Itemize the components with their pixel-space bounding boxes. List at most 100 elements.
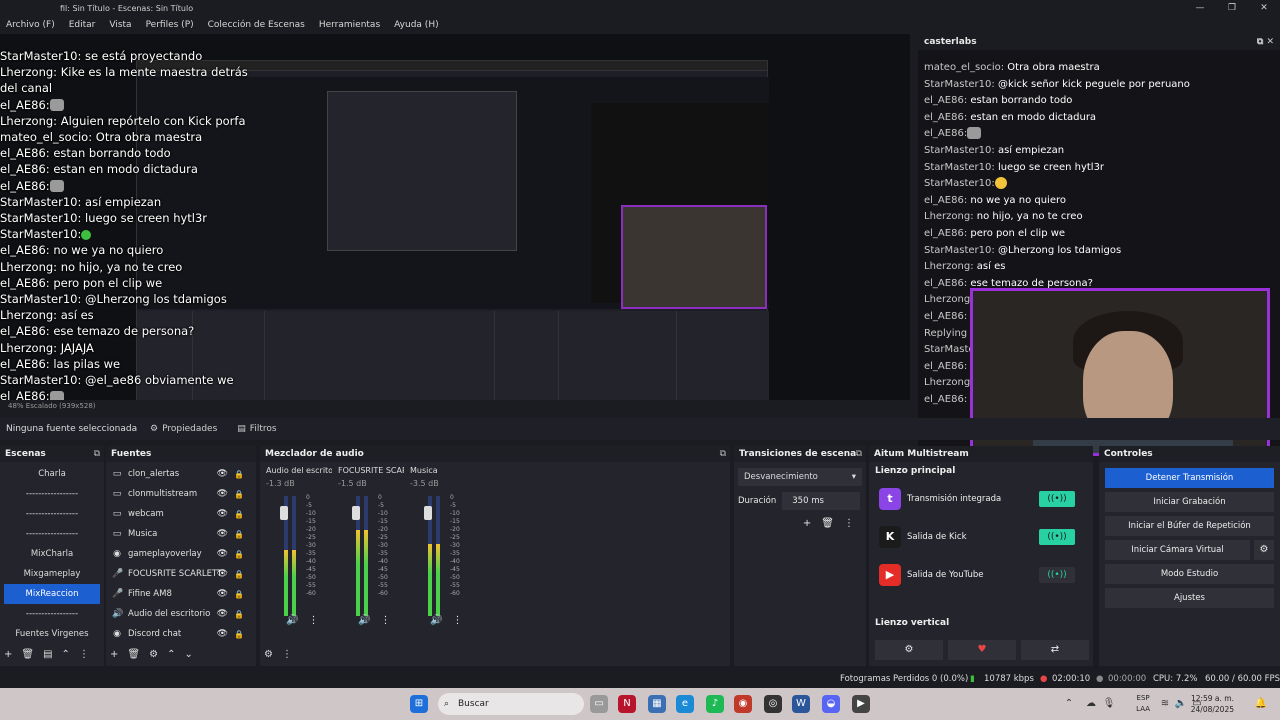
more-icon[interactable]: ⋮ [282, 649, 292, 660]
speaker-icon[interactable]: 🔊 [358, 615, 370, 626]
dock-undock-icon[interactable]: ⧉ [94, 446, 100, 462]
scene-item[interactable]: ----------------- [4, 484, 100, 504]
speaker-icon[interactable]: 🔊 [286, 615, 298, 626]
source-item[interactable]: ▭ clon_alertas 👁 🔒 [106, 464, 256, 484]
taskbar-clock[interactable]: 12:59 a. m. 24/08/2025 [1191, 693, 1234, 715]
menu-file[interactable]: Archivo (F) [6, 20, 55, 30]
gear-icon[interactable]: ⚙ [149, 649, 158, 660]
netflix-icon[interactable]: N [618, 695, 636, 713]
lock-icon[interactable]: 🔒 [234, 550, 244, 559]
add-icon[interactable]: + [110, 649, 118, 660]
source-item[interactable]: 🎤 FOCUSRITE SCARLETT 👁 🔒 [106, 564, 256, 584]
dock-undock-icon[interactable]: ⧉ [856, 446, 862, 462]
scene-item[interactable]: Charla [4, 464, 100, 484]
scene-item[interactable]: ----------------- [4, 504, 100, 524]
lock-icon[interactable]: 🔒 [234, 610, 244, 619]
scene-item[interactable]: ----------------- [4, 524, 100, 544]
menu-scene-collection[interactable]: Colección de Escenas [208, 20, 305, 30]
more-icon[interactable]: ⋮ [452, 615, 462, 626]
windows-start-icon[interactable]: ⊞ [410, 695, 428, 713]
language-indicator[interactable]: ESP LAA [1136, 693, 1150, 715]
duration-input[interactable]: 350 ms [782, 492, 861, 510]
menu-edit[interactable]: Editar [69, 20, 96, 30]
volume-slider[interactable] [352, 506, 360, 520]
filter-icon[interactable]: ▤ [43, 649, 52, 660]
store-icon[interactable]: ▦ [648, 695, 666, 713]
volume-slider[interactable] [280, 506, 288, 520]
more-icon[interactable]: ⋮ [380, 615, 390, 626]
mixer-settings-icon[interactable]: ⚙ [264, 649, 273, 660]
filters-button[interactable]: ▤ Filtros [227, 424, 286, 434]
eye-icon[interactable]: 👁 [217, 489, 228, 499]
taskbar-search[interactable]: ⌕ Buscar [438, 693, 584, 715]
output-toggle[interactable]: ((•)) [1039, 529, 1075, 545]
source-item[interactable]: ◉ Discord chat 👁 🔒 [106, 624, 256, 644]
maximize-button[interactable]: ❐ [1216, 0, 1248, 16]
add-icon[interactable]: + [4, 649, 12, 660]
record-app-icon[interactable]: ◉ [734, 695, 752, 713]
mic-icon[interactable]: 🎙 [1100, 695, 1118, 713]
menu-view[interactable]: Vista [109, 20, 131, 30]
source-item[interactable]: 🔊 Audio del escritorio 👁 🔒 [106, 604, 256, 624]
lock-icon[interactable]: 🔒 [234, 470, 244, 479]
obs-icon[interactable]: ◎ [764, 695, 782, 713]
eye-icon[interactable]: 👁 [217, 569, 228, 579]
source-item[interactable]: ▭ clonmultistream 👁 🔒 [106, 484, 256, 504]
speaker-icon[interactable]: 🔊 [430, 615, 442, 626]
eye-icon[interactable]: 👁 [217, 509, 228, 519]
source-item[interactable]: ▭ webcam 👁 🔒 [106, 504, 256, 524]
lock-icon[interactable]: 🔒 [234, 530, 244, 539]
chevron-up-icon[interactable]: ⌃ [62, 649, 70, 660]
tray-chevron-up-icon[interactable]: ⌃ [1060, 695, 1078, 713]
lock-icon[interactable]: 🔒 [234, 590, 244, 599]
virtual-camera-gear-icon[interactable]: ⚙ [1254, 540, 1274, 560]
discord-icon[interactable]: ◒ [822, 695, 840, 713]
source-item[interactable]: 🎤 Fifine AM8 👁 🔒 [106, 584, 256, 604]
transition-select[interactable]: Desvanecimiento ▾ [738, 468, 862, 486]
scene-item[interactable]: ----------------- [4, 604, 100, 624]
properties-button[interactable]: ⚙ Propiedades [140, 424, 227, 434]
output-toggle[interactable]: ((•)) [1039, 491, 1075, 507]
preview-canvas[interactable]: StarMaster10: se está proyectando Lherzon… [0, 34, 910, 400]
start-virtual-camera-button[interactable]: Iniciar Cámara Virtual [1105, 540, 1250, 560]
lock-icon[interactable]: 🔒 [234, 510, 244, 519]
eye-icon[interactable]: 👁 [217, 589, 228, 599]
media-player-icon[interactable]: ▶ [852, 695, 870, 713]
lock-icon[interactable]: 🔒 [234, 570, 244, 579]
eye-icon[interactable]: 👁 [217, 629, 228, 639]
minimize-button[interactable]: — [1184, 0, 1216, 16]
vertical-link-button[interactable]: ⇄ [1021, 640, 1089, 660]
stop-stream-button[interactable]: Detener Transmisión [1105, 468, 1274, 488]
trash-icon[interactable]: 🗑 [821, 518, 834, 529]
add-icon[interactable]: + [803, 518, 811, 529]
start-recording-button[interactable]: Iniciar Grabación [1105, 492, 1274, 512]
scene-item[interactable]: Fuentes Virgenes [4, 624, 100, 644]
chevron-down-icon[interactable]: ⌄ [184, 649, 192, 660]
trash-icon[interactable]: 🗑 [127, 649, 140, 660]
scene-item[interactable]: MixCharla [4, 544, 100, 564]
menu-tools[interactable]: Herramientas [319, 20, 380, 30]
source-item[interactable]: ◉ gameplayoverlay 👁 🔒 [106, 544, 256, 564]
trash-icon[interactable]: 🗑 [21, 649, 34, 660]
lock-icon[interactable]: 🔒 [234, 630, 244, 639]
menu-help[interactable]: Ayuda (H) [394, 20, 438, 30]
dock-undock-icon[interactable]: ⧉ [720, 446, 726, 462]
settings-button[interactable]: Ajustes [1105, 588, 1274, 608]
notifications-icon[interactable]: 🔔 [1252, 695, 1270, 713]
cloud-icon[interactable]: ☁ [1082, 695, 1100, 713]
output-toggle[interactable]: ((•)) [1039, 567, 1075, 583]
eye-icon[interactable]: 👁 [217, 609, 228, 619]
vertical-heart-button[interactable]: ♥ [948, 640, 1016, 660]
chevron-up-icon[interactable]: ⌃ [167, 649, 175, 660]
menu-profiles[interactable]: Perfiles (P) [146, 20, 194, 30]
lock-icon[interactable]: 🔒 [234, 490, 244, 499]
volume-slider[interactable] [424, 506, 432, 520]
spotify-icon[interactable]: ♪ [706, 695, 724, 713]
studio-mode-button[interactable]: Modo Estudio [1105, 564, 1274, 584]
close-button[interactable]: ✕ [1248, 0, 1280, 16]
more-icon[interactable]: ⋮ [79, 649, 89, 660]
eye-icon[interactable]: 👁 [217, 469, 228, 479]
word-icon[interactable]: W [792, 695, 810, 713]
more-icon[interactable]: ⋮ [308, 615, 318, 626]
start-replay-buffer-button[interactable]: Iniciar el Búfer de Repetición [1105, 516, 1274, 536]
